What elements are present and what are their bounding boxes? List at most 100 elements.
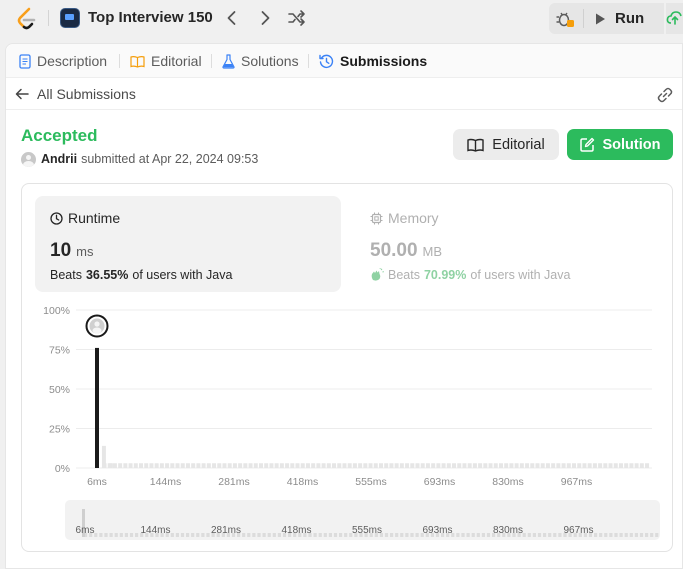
brush-bar: [333, 533, 338, 537]
avatar[interactable]: [21, 151, 36, 167]
memory-beats-suffix: of users with Java: [470, 268, 571, 282]
chart-bar: [498, 463, 503, 468]
all-submissions-link[interactable]: All Submissions: [37, 86, 136, 102]
edit-icon: [579, 137, 594, 152]
chart-bar: [248, 463, 253, 468]
brush-bar: [400, 533, 404, 537]
chart-bar: [363, 463, 368, 468]
chart-bar: [258, 463, 263, 468]
problem-list-title[interactable]: Top Interview 150: [88, 9, 213, 26]
chart-bar: [352, 463, 357, 468]
avatar-head: [94, 321, 100, 327]
runtime-beats-percent: 36.55%: [85, 268, 129, 282]
chart-bar: [603, 463, 608, 468]
brush-bar: [486, 533, 491, 537]
brush-bar: [471, 533, 475, 537]
brush-bar: [267, 533, 271, 537]
debug-icon[interactable]: [555, 9, 575, 29]
brush-bar: [384, 533, 389, 537]
chart-bar: [191, 463, 196, 468]
chart-bar: [519, 463, 524, 468]
solution-button[interactable]: Solution: [567, 129, 673, 160]
submitted-time: submitted at Apr 22, 2024 09:53: [81, 152, 259, 166]
history-icon: [319, 54, 334, 68]
x-tick-label: 6ms: [87, 476, 107, 488]
chart-bar: [634, 463, 639, 468]
brush-bar: [532, 533, 536, 537]
tab-editorial[interactable]: Editorial: [130, 51, 202, 71]
chart-bar: [488, 463, 493, 468]
leetcode-logo-icon[interactable]: [14, 6, 40, 32]
memory-value-row: 50.00 MB: [370, 240, 442, 262]
runtime-distribution-chart[interactable]: 100% 75% 50% 25% 0% 6ms 144ms 281ms 418ms 555ms 69…: [22, 302, 674, 492]
run-button[interactable]: Run: [593, 7, 644, 30]
chart-bar: [483, 463, 488, 468]
memory-box[interactable]: Memory 50.00 MB Beats 70.99% of users wit…: [355, 196, 655, 292]
brush-bar: [645, 533, 649, 537]
y-tick-label: 25%: [49, 424, 70, 436]
chart-bar: [566, 463, 571, 468]
chart-bar: [587, 463, 592, 468]
chart-bar: [608, 463, 613, 468]
brush-bar: [170, 533, 174, 537]
brush-tick-label: 555ms: [352, 525, 382, 536]
divider: [583, 9, 584, 28]
brush-bar: [129, 533, 134, 537]
chart-bar: [279, 463, 284, 468]
chart-bar: [639, 463, 644, 468]
tab-submissions[interactable]: Submissions: [319, 51, 427, 71]
runtime-box[interactable]: Runtime 10 ms Beats 36.55% of users with …: [35, 196, 341, 292]
chart-bar: [373, 463, 378, 468]
brush-bar: [339, 533, 343, 537]
chart-brush[interactable]: 6ms 144ms 281ms 418ms 555ms 693ms 830ms 967ms: [22, 500, 674, 540]
run-label: Run: [615, 10, 645, 27]
chart-bar: [410, 463, 415, 468]
brush-tick-label: 281ms: [211, 525, 241, 536]
chart-bar: [332, 463, 337, 468]
chart-bar: [232, 463, 237, 468]
clock-icon: [50, 211, 63, 225]
upload-cloud-icon: [666, 11, 682, 25]
divider: [308, 54, 309, 68]
chevron-left-icon[interactable]: [222, 8, 242, 28]
avatar-body: [92, 327, 102, 334]
book-icon: [130, 55, 145, 68]
x-tick-label: 693ms: [424, 476, 456, 488]
chart-bar: [462, 463, 467, 468]
chart-bar: [384, 463, 389, 468]
back-arrow-icon[interactable]: [14, 86, 30, 102]
author-name[interactable]: Andrii: [41, 152, 77, 166]
chart-bar: [446, 463, 451, 468]
divider: [119, 54, 120, 68]
x-tick-label: 555ms: [355, 476, 387, 488]
brush-tick-label: 693ms: [422, 525, 452, 536]
chart-bar: [123, 463, 128, 468]
brush-bar: [558, 533, 562, 537]
brush-bar: [99, 533, 103, 537]
shuffle-icon[interactable]: [287, 8, 307, 28]
chart-bar: [139, 463, 144, 468]
chevron-right-icon[interactable]: [255, 8, 275, 28]
chart-bar: [326, 463, 331, 468]
chart-bar: [206, 463, 211, 468]
editorial-button[interactable]: Editorial: [453, 129, 559, 160]
chart-bar-current: [95, 347, 99, 468]
chart-bar: [535, 463, 540, 468]
brush-bar: [522, 533, 526, 537]
runtime-value-row: 10 ms: [50, 240, 93, 262]
brush-bar: [191, 533, 195, 537]
chart-bar: [290, 463, 295, 468]
submit-button[interactable]: [664, 3, 683, 34]
chart-bar: [185, 463, 190, 468]
runtime-beats: Beats 36.55% of users with Java: [50, 268, 232, 282]
tab-description[interactable]: Description: [19, 51, 107, 71]
clapping-hands-icon: [371, 268, 384, 281]
chart-bar: [431, 463, 436, 468]
memory-beats: Beats 70.99% of users with Java: [370, 268, 570, 282]
study-plan-icon[interactable]: [60, 8, 80, 28]
tab-solutions[interactable]: Solutions: [222, 51, 299, 71]
brush-bar: [257, 533, 261, 537]
y-tick-label: 100%: [43, 305, 70, 317]
link-icon[interactable]: [656, 86, 674, 104]
brush-bar: [94, 533, 98, 537]
